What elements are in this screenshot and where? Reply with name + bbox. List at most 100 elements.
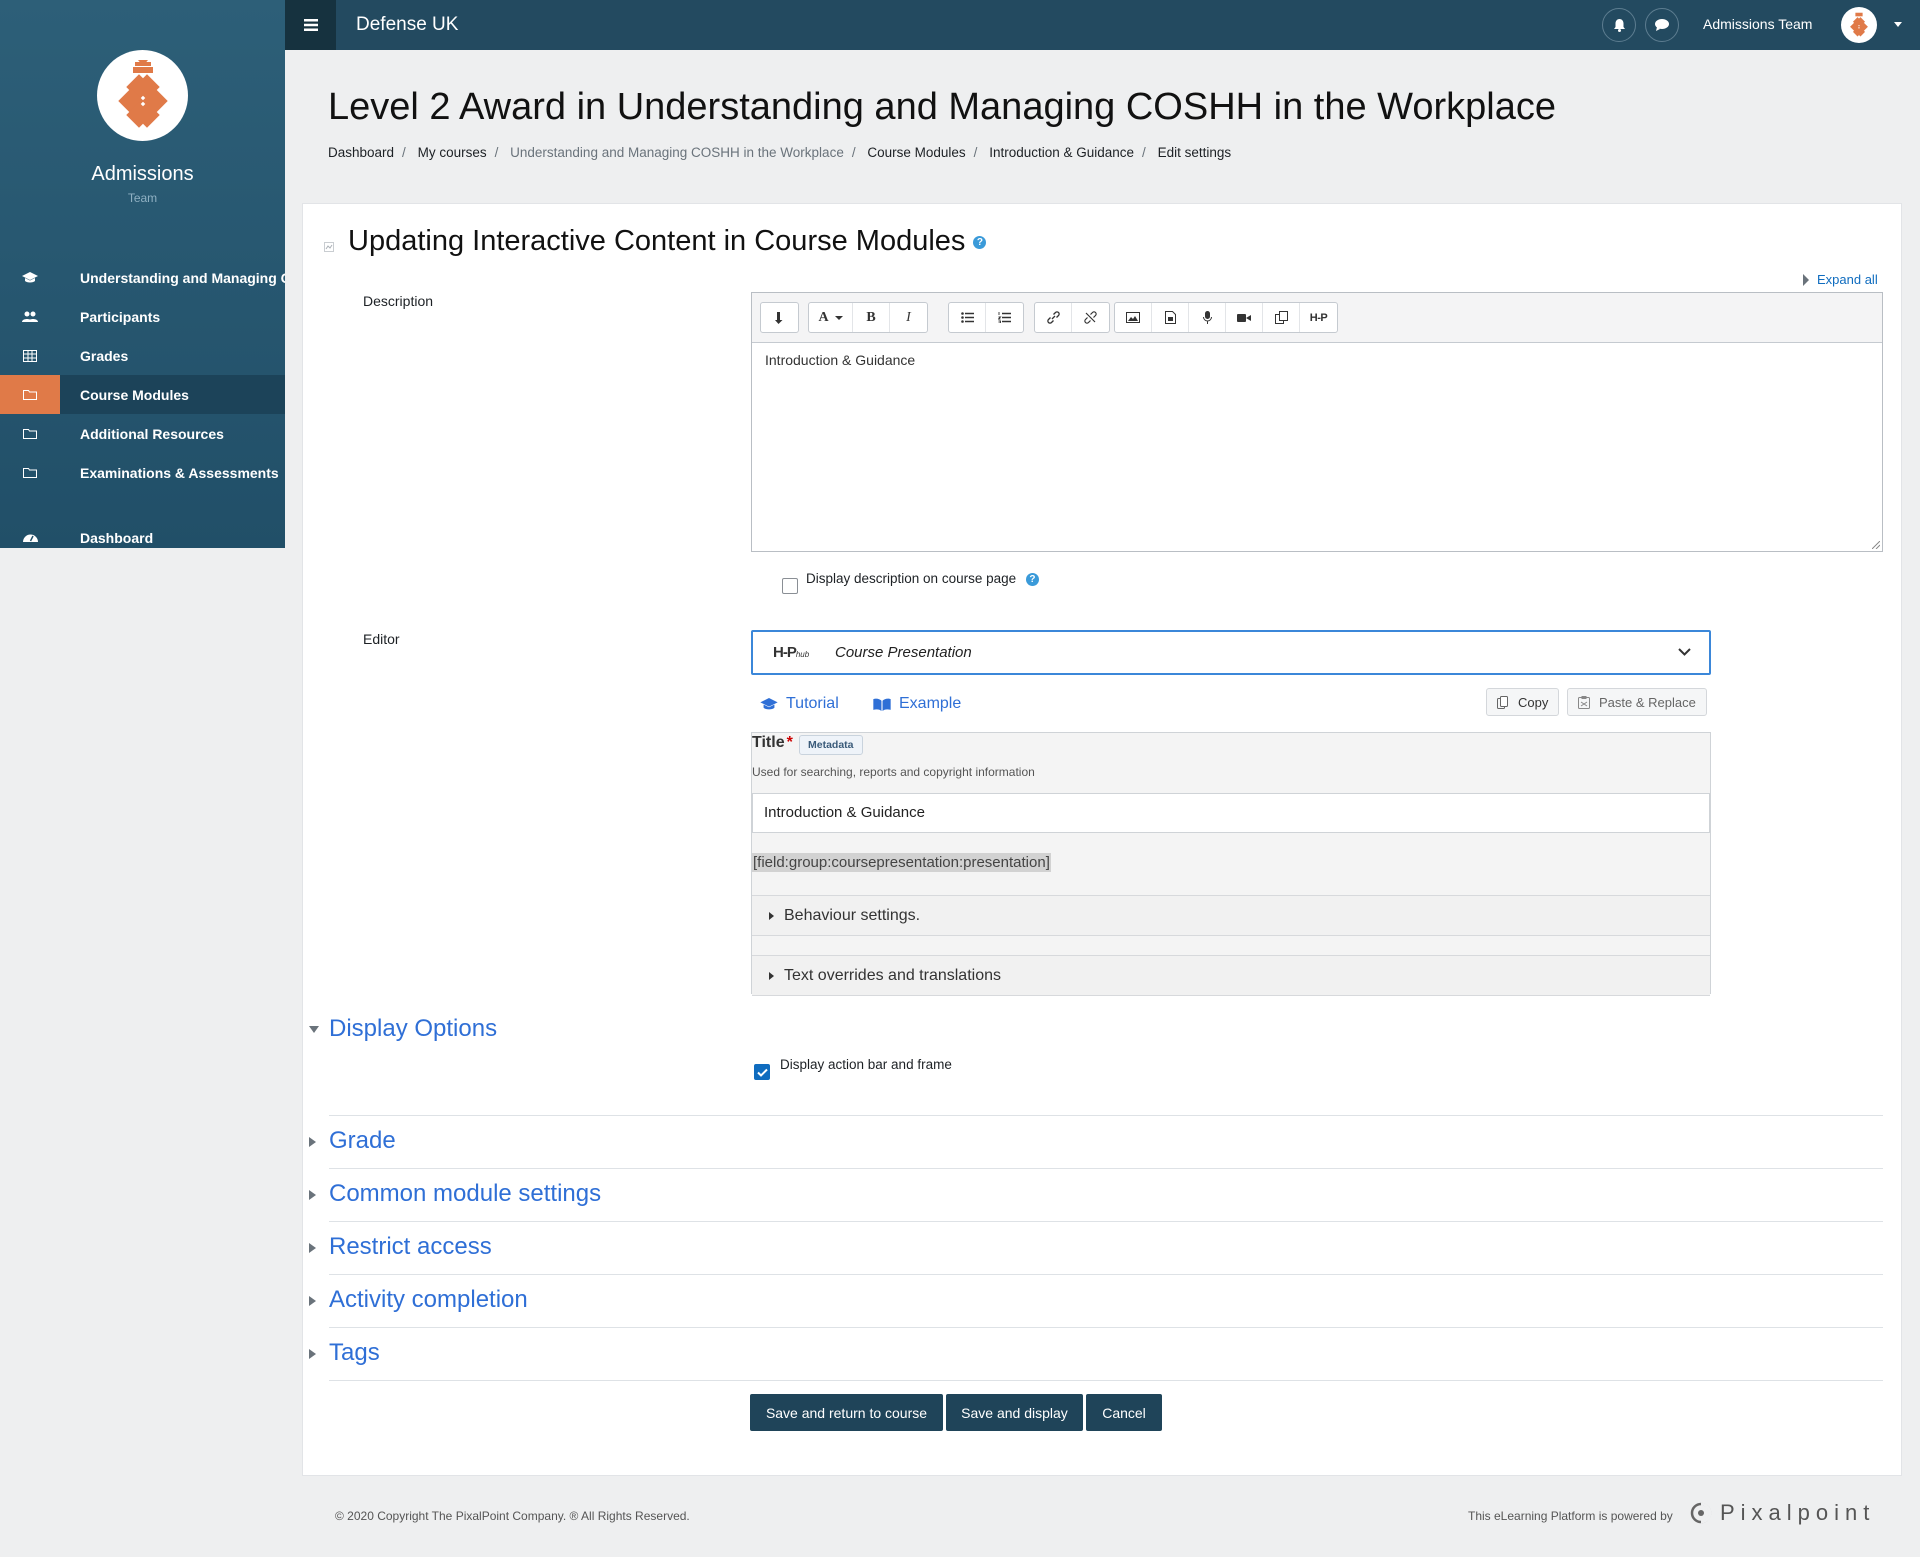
expand-triangle-icon <box>769 971 774 980</box>
sidebar-item-course[interactable]: Understanding and Managing COSHH in the … <box>0 258 285 297</box>
breadcrumb-introduction[interactable]: Introduction & Guidance <box>989 145 1134 160</box>
collapse-toolbar-button[interactable] <box>761 303 798 332</box>
crest-icon <box>1850 12 1868 37</box>
h5p-hub-logo-text: H-P <box>773 644 797 661</box>
form-heading-text: Updating Interactive Content in Course M… <box>348 225 966 257</box>
unlink-button[interactable] <box>1072 303 1109 332</box>
editor-toolbar: A B I H-P <box>752 293 1882 343</box>
chevron-down-icon <box>1678 648 1691 656</box>
site-name[interactable]: Defense UK <box>356 14 458 36</box>
display-description-row: Display description on course page ? <box>806 571 1039 586</box>
pixalpoint-swirl-icon <box>1690 1502 1712 1524</box>
text-overrides-label: Text overrides and translations <box>784 966 1001 984</box>
unordered-list-button[interactable] <box>949 303 986 332</box>
behaviour-settings-toggle[interactable]: Behaviour settings. <box>752 895 1710 936</box>
toolbar-group-links <box>1034 302 1110 333</box>
tutorial-link[interactable]: Tutorial <box>760 695 839 713</box>
metadata-button[interactable]: Metadata <box>799 735 863 755</box>
link-icon <box>1046 311 1060 324</box>
h5p-button[interactable]: H-P <box>1300 303 1337 332</box>
sidebar-item-dashboard[interactable]: Dashboard <box>0 518 285 548</box>
expand-all-link[interactable]: Expand all <box>1803 272 1878 287</box>
sidebar-item-label: Examinations & Assessments <box>80 464 279 481</box>
section-divider <box>329 1115 1883 1116</box>
h5p-hub-logo: H-Phub <box>773 644 809 661</box>
messages-button[interactable] <box>1645 8 1679 42</box>
page-title: Level 2 Award in Understanding and Manag… <box>328 86 1556 128</box>
title-label-text: Title <box>752 734 785 751</box>
breadcrumb-my-courses[interactable]: My courses <box>418 145 487 160</box>
paste-replace-label: Paste & Replace <box>1599 694 1696 710</box>
user-menu-name[interactable]: Admissions Team <box>1703 16 1812 32</box>
section-activity-title: Activity completion <box>329 1286 528 1313</box>
help-icon[interactable]: ? <box>973 235 987 249</box>
title-input[interactable]: Introduction & Guidance <box>752 793 1710 833</box>
expand-triangle-icon <box>309 1243 316 1253</box>
manage-files-button[interactable] <box>1263 303 1300 332</box>
paste-replace-button[interactable]: Paste & Replace <box>1567 688 1707 716</box>
expand-triangle-icon <box>309 1349 316 1359</box>
breadcrumb-course[interactable]: Understanding and Managing COSHH in the … <box>510 145 844 160</box>
sidebar-brand-sub: Team <box>127 191 158 205</box>
save-and-return-button[interactable]: Save and return to course <box>750 1394 943 1431</box>
section-divider <box>329 1380 1883 1381</box>
sidebar-item-grades[interactable]: Grades <box>0 336 285 375</box>
link-button[interactable] <box>1035 303 1072 332</box>
record-video-button[interactable] <box>1226 303 1263 332</box>
breadcrumb-dashboard[interactable]: Dashboard <box>328 145 394 160</box>
copy-button[interactable]: Copy <box>1486 688 1560 716</box>
bullet-list-icon <box>960 312 974 323</box>
save-and-display-button[interactable]: Save and display <box>946 1394 1083 1431</box>
sidebar-item-examinations[interactable]: Examinations & Assessments <box>0 453 285 492</box>
italic-button[interactable]: I <box>890 303 927 332</box>
text-overrides-toggle[interactable]: Text overrides and translations <box>752 955 1710 996</box>
sidebar-item-course-modules[interactable]: Course Modules <box>0 375 285 414</box>
sidebar-item-participants[interactable]: Participants <box>0 297 285 336</box>
help-icon[interactable]: ? <box>1025 572 1039 586</box>
users-icon <box>0 297 60 336</box>
cancel-button[interactable]: Cancel <box>1086 1394 1162 1431</box>
open-book-icon <box>873 698 891 711</box>
folder-icon <box>0 453 60 492</box>
microphone-icon <box>1202 311 1212 324</box>
display-action-bar-checkbox[interactable] <box>754 1064 770 1080</box>
hamburger-menu-button[interactable] <box>285 0 336 50</box>
title-field-label: Title * <box>752 734 793 752</box>
sidebar-item-label: Participants <box>80 308 161 325</box>
bold-button[interactable]: B <box>853 303 890 332</box>
display-action-bar-label: Display action bar and frame <box>780 1057 952 1072</box>
example-link[interactable]: Example <box>873 695 961 713</box>
section-divider <box>329 1327 1883 1328</box>
expand-triangle-icon <box>1803 273 1809 286</box>
hamburger-icon <box>303 19 318 31</box>
h5p-content-type-select[interactable]: H-Phub Course Presentation <box>751 630 1711 675</box>
breadcrumb: Dashboard / My courses / Understanding and… <box>328 145 1232 160</box>
dashboard-icon <box>0 518 60 548</box>
description-label: Description <box>363 293 434 309</box>
toolbar-group-lists <box>948 302 1024 333</box>
file-icon <box>1164 311 1176 324</box>
user-avatar[interactable] <box>1841 7 1877 43</box>
ordered-list-button[interactable] <box>986 303 1023 332</box>
sidebar-item-additional-resources[interactable]: Additional Resources <box>0 414 285 453</box>
pixalpoint-wordmark: Pixalpoint <box>1720 1500 1876 1525</box>
sidebar-item-label: Grades <box>80 347 129 364</box>
font-style-button[interactable]: A <box>809 303 853 332</box>
resize-handle-icon[interactable] <box>1872 541 1880 549</box>
user-menu-caret-icon[interactable] <box>1894 22 1902 27</box>
notifications-button[interactable] <box>1602 8 1636 42</box>
example-label: Example <box>899 695 962 712</box>
footer-powered-by: This eLearning Platform is powered by <box>1468 1509 1673 1523</box>
description-text[interactable]: Introduction & Guidance <box>765 352 915 368</box>
display-description-checkbox[interactable] <box>782 578 798 594</box>
image-button[interactable] <box>1115 303 1152 332</box>
h5p-hub-suffix: hub <box>795 650 810 659</box>
pixalpoint-logo[interactable]: Pixalpoint <box>1690 1500 1875 1526</box>
section-divider <box>329 1168 1883 1169</box>
breadcrumb-course-modules[interactable]: Course Modules <box>867 145 965 160</box>
title-field-description: Used for searching, reports and copyrigh… <box>752 765 1035 779</box>
record-audio-button[interactable] <box>1189 303 1226 332</box>
sidebar-item-label: Course Modules <box>80 386 189 403</box>
media-button[interactable] <box>1152 303 1189 332</box>
sidebar-item-label: Additional Resources <box>80 425 224 442</box>
